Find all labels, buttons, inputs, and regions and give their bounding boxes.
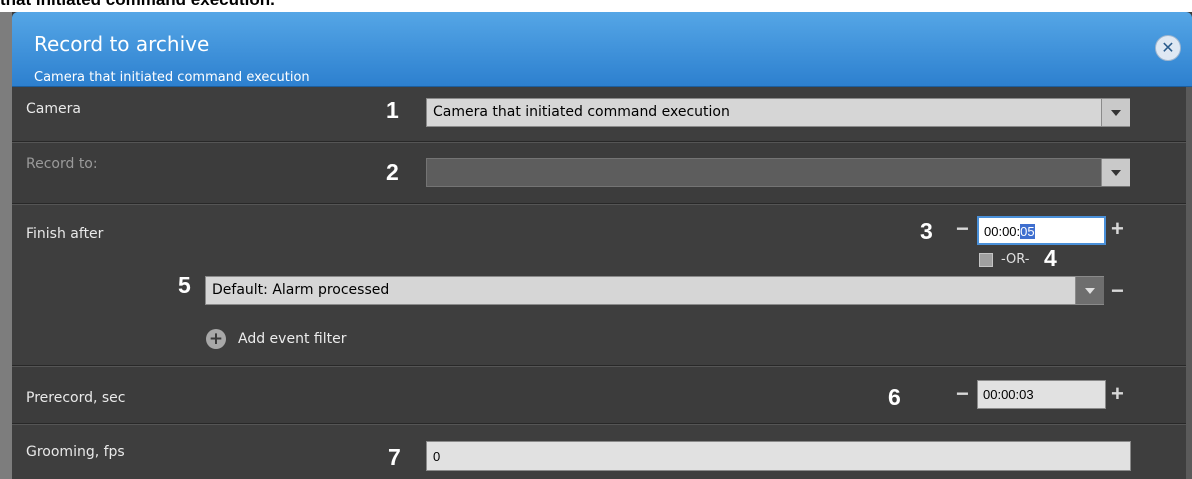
camera-select[interactable]: Camera that initiated command execution [426, 98, 1130, 127]
or-checkbox[interactable] [979, 253, 993, 267]
finish-after-label: Finish after [26, 226, 104, 242]
increment-button[interactable]: + [1111, 216, 1124, 242]
marker-3: 3 [920, 218, 933, 244]
decrement-button[interactable]: − [956, 381, 969, 407]
remove-event-filter-button[interactable]: − [1111, 278, 1124, 304]
add-event-filter-link[interactable]: Add event filter [238, 331, 346, 347]
grooming-fps-input[interactable]: 0 [426, 441, 1131, 471]
chevron-down-icon[interactable] [1101, 159, 1130, 186]
prerecord-label: Prerecord, sec [26, 390, 126, 406]
divider [12, 141, 1186, 143]
decrement-button[interactable]: − [956, 216, 969, 242]
prerecord-time-input[interactable]: 00:00:03 [977, 380, 1106, 409]
finish-after-time-input[interactable]: 00:00:05 [977, 216, 1106, 245]
camera-label: Camera [26, 101, 81, 117]
dialog-title: Record to archive [34, 32, 210, 56]
marker-2: 2 [386, 159, 399, 185]
divider [12, 365, 1186, 367]
event-filter-select[interactable]: Default: Alarm processed [205, 276, 1104, 305]
marker-5: 5 [178, 272, 191, 298]
record-to-select[interactable] [426, 158, 1130, 187]
record-to-label: Record to: [26, 156, 98, 172]
camera-select-value: Camera that initiated command execution [433, 104, 730, 120]
page-caption: that initiated command execution. [0, 0, 275, 10]
marker-1: 1 [386, 97, 399, 123]
chevron-down-icon[interactable] [1075, 277, 1104, 304]
grooming-label: Grooming, fps [26, 444, 125, 460]
increment-button[interactable]: + [1111, 381, 1124, 407]
marker-7: 7 [388, 444, 401, 470]
or-label: -OR- [1001, 252, 1030, 267]
dialog-left-border [0, 12, 12, 479]
plus-circle-icon[interactable]: + [206, 329, 226, 349]
chevron-down-icon[interactable] [1101, 99, 1130, 126]
time-selected-seconds: 05 [1020, 224, 1035, 239]
close-icon[interactable]: ✕ [1155, 35, 1181, 61]
dialog-subtitle: Camera that initiated command execution [34, 70, 310, 85]
event-filter-value: Default: Alarm processed [212, 282, 390, 298]
marker-6: 6 [888, 384, 901, 410]
marker-4: 4 [1044, 245, 1057, 271]
dialog-header: Record to archive Camera that initiated … [12, 12, 1192, 87]
time-prefix: 00:00: [984, 224, 1021, 239]
dialog-right-border [1186, 86, 1192, 479]
